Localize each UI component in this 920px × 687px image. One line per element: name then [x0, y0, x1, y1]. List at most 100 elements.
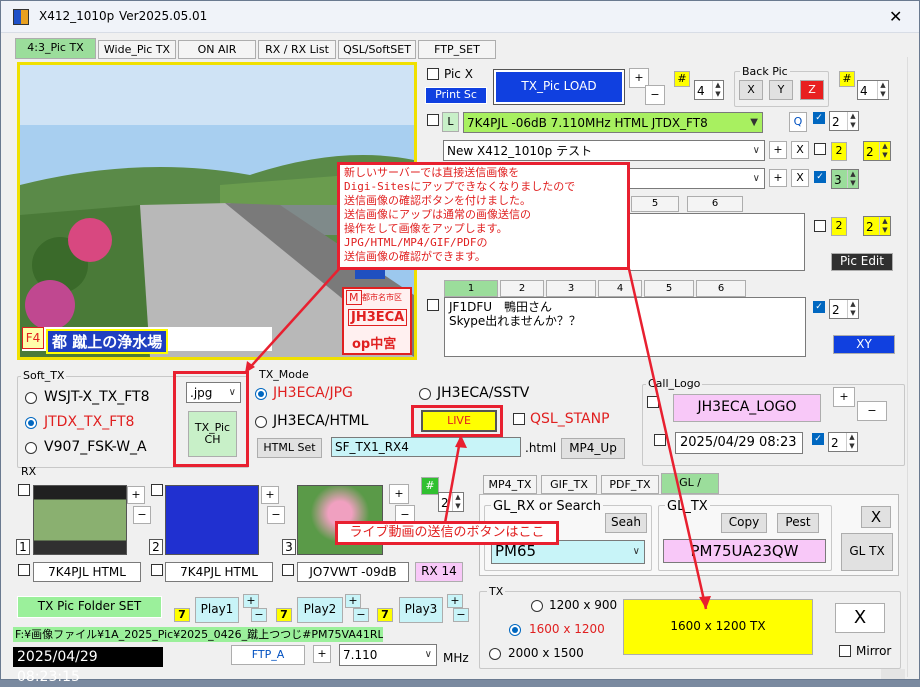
call-logo-checkbox[interactable] — [647, 396, 659, 408]
tab-mp4-tx[interactable]: MP4_TX — [483, 475, 537, 494]
memo-tab-5b[interactable]: 5 — [644, 280, 694, 297]
line1-l-button[interactable]: L — [442, 112, 459, 132]
line2-spinner[interactable]: 2 ▲ ▼ — [863, 141, 891, 161]
print-screen-button[interactable]: Print Sc — [425, 87, 487, 104]
line2-x-button[interactable]: X — [791, 141, 809, 159]
tx-x-button[interactable]: X — [835, 603, 885, 633]
load-minus-button[interactable]: − — [645, 85, 665, 105]
tab-gif-tx[interactable]: GIF_TX — [541, 475, 597, 494]
line1-combo[interactable]: 7K4PJL -06dB 7.110MHz HTML JTDX_FT8 ▼ — [463, 112, 763, 133]
memo-text-area[interactable]: JF1DFU 鴨田さん Skype出れませんか？？ — [444, 297, 806, 357]
ftp-a-button[interactable]: FTP_A — [231, 645, 305, 665]
html-file-field[interactable]: SF_TX1_RX4 — [331, 437, 521, 457]
logo-date-field[interactable]: 2025/04/29 08:23 — [675, 432, 803, 454]
soft-wsjt-radio[interactable] — [25, 392, 37, 404]
play1-minus-button[interactable]: − — [251, 608, 267, 622]
play2-minus-button[interactable]: − — [353, 608, 369, 622]
pic-number-spinner[interactable]: 4 ▲ ▼ — [694, 80, 724, 100]
rx1-thumbnail[interactable] — [33, 485, 127, 555]
rx3-plus-button[interactable]: + — [389, 484, 409, 504]
play3-button[interactable]: Play3 — [399, 597, 443, 623]
tab-on-air[interactable]: ON AIR — [178, 40, 256, 59]
call-logo-button[interactable]: JH3ECA_LOGO — [673, 394, 821, 422]
line3-plus-button[interactable]: + — [769, 169, 787, 187]
rx2-call-field[interactable]: 7K4PJL HTML — [165, 562, 273, 582]
play2-plus-button[interactable]: + — [345, 594, 361, 608]
logo-minus-button[interactable]: − — [857, 401, 887, 421]
rx1-call-checkbox[interactable] — [18, 564, 30, 576]
rx2-call-checkbox[interactable] — [151, 564, 163, 576]
rx-spinner[interactable]: 2 ▲ ▼ — [438, 492, 464, 512]
play3-plus-button[interactable]: + — [447, 594, 463, 608]
right-scrollbar[interactable] — [907, 57, 919, 677]
logo-spinner[interactable]: 2 ▲ ▼ — [828, 432, 858, 452]
soft-jtdx-radio[interactable] — [25, 417, 37, 429]
gl-tx-button[interactable]: GL TX — [841, 533, 893, 571]
rx1-call-field[interactable]: 7K4PJL HTML — [33, 562, 141, 582]
memo-lower-spinner[interactable]: 2 ▲ ▼ — [829, 299, 859, 319]
play1-plus-button[interactable]: + — [243, 594, 259, 608]
back-number-spinner[interactable]: 4 ▲ ▼ — [857, 80, 889, 100]
line3-checkbox[interactable]: ✓ — [814, 171, 826, 183]
play3-minus-button[interactable]: − — [453, 608, 469, 622]
tab-4-3-pic-tx[interactable]: 4:3_Pic TX — [15, 38, 96, 59]
line2-checkbox[interactable] — [814, 143, 826, 155]
tab-pdf-tx[interactable]: PDF_TX — [601, 475, 659, 494]
tx-pic-load-button[interactable]: TX_Pic LOAD — [493, 69, 625, 105]
mode-jpg-radio[interactable] — [255, 388, 267, 400]
rx3-call-field[interactable]: JO7VWT -09dB — [297, 562, 409, 582]
logo-plus-button[interactable]: + — [833, 387, 855, 407]
rx2-thumbnail[interactable] — [165, 485, 259, 555]
tx-pic-folder-set-button[interactable]: TX Pic Folder SET — [17, 596, 162, 618]
q-button[interactable]: Q — [789, 112, 807, 132]
memo-upper-spinner[interactable]: 2 ▲ ▼ — [863, 216, 891, 236]
memo-lower-enable-checkbox[interactable]: ✓ — [813, 301, 825, 313]
back-pic-z-button[interactable]: Z — [800, 80, 824, 100]
tab-rx-list[interactable]: RX / RX List — [258, 40, 336, 59]
memo-upper-checkbox[interactable] — [814, 220, 826, 232]
tx-send-button[interactable]: 1600 x 1200 TX — [623, 599, 813, 655]
logo-date-checkbox[interactable] — [654, 434, 666, 446]
pic-x-checkbox[interactable] — [427, 68, 439, 80]
mirror-checkbox[interactable] — [839, 645, 851, 657]
memo-tab-5[interactable]: 5 — [631, 196, 679, 212]
line1-spinner[interactable]: 2 ▲ ▼ — [829, 111, 859, 131]
memo-tab-3[interactable]: 3 — [546, 280, 596, 297]
rx1-checkbox[interactable] — [18, 484, 30, 496]
tab-qsl-softset[interactable]: QSL/SoftSET — [338, 40, 416, 59]
line1-enable-checkbox[interactable]: ✓ — [813, 112, 825, 124]
rx1-minus-button[interactable]: − — [133, 506, 151, 524]
memo-tab-6[interactable]: 6 — [687, 196, 743, 212]
back-pic-y-button[interactable]: Y — [769, 80, 793, 100]
play1-button[interactable]: Play1 — [195, 597, 239, 623]
gl-copy-button[interactable]: Copy — [721, 513, 767, 533]
freq-plus-button[interactable]: + — [313, 645, 331, 663]
html-set-button[interactable]: HTML Set — [257, 438, 322, 458]
size-2000-radio[interactable] — [489, 648, 501, 660]
pic-edit-button[interactable]: Pic Edit — [831, 253, 893, 271]
line3-combo[interactable]: ∨ — [629, 168, 765, 189]
size-1200-radio[interactable] — [531, 600, 543, 612]
play2-button[interactable]: Play2 — [297, 597, 343, 623]
close-icon[interactable]: ✕ — [889, 7, 902, 26]
gl-x-button[interactable]: X — [861, 506, 891, 528]
memo-lower-checkbox[interactable] — [427, 299, 439, 311]
line2-combo[interactable]: New X412_1010p テスト ∨ — [443, 140, 765, 161]
mode-sstv-radio[interactable] — [419, 388, 431, 400]
tab-wide-pic-tx[interactable]: Wide_Pic TX — [98, 40, 176, 59]
soft-v907-radio[interactable] — [25, 442, 37, 454]
qsl-stamp-checkbox[interactable] — [513, 413, 525, 425]
line3-spinner[interactable]: 3 ▲ ▼ — [831, 169, 859, 189]
gl-pest-button[interactable]: Pest — [777, 513, 819, 533]
line3-x-button[interactable]: X — [791, 169, 809, 187]
rx1-plus-button[interactable]: + — [127, 486, 145, 504]
gl-tx-field[interactable]: PM75UA23QW — [663, 539, 826, 563]
rx2-plus-button[interactable]: + — [261, 486, 279, 504]
memo-tab-4[interactable]: 4 — [598, 280, 642, 297]
line1-checkbox[interactable] — [427, 114, 439, 126]
frequency-combo[interactable]: 7.110 ∨ — [339, 644, 437, 666]
memo-text-area-upper[interactable] — [629, 213, 805, 271]
back-pic-x-button[interactable]: X — [739, 80, 763, 100]
memo-tab-6b[interactable]: 6 — [696, 280, 746, 297]
tab-gl[interactable]: GL / — [661, 473, 719, 494]
